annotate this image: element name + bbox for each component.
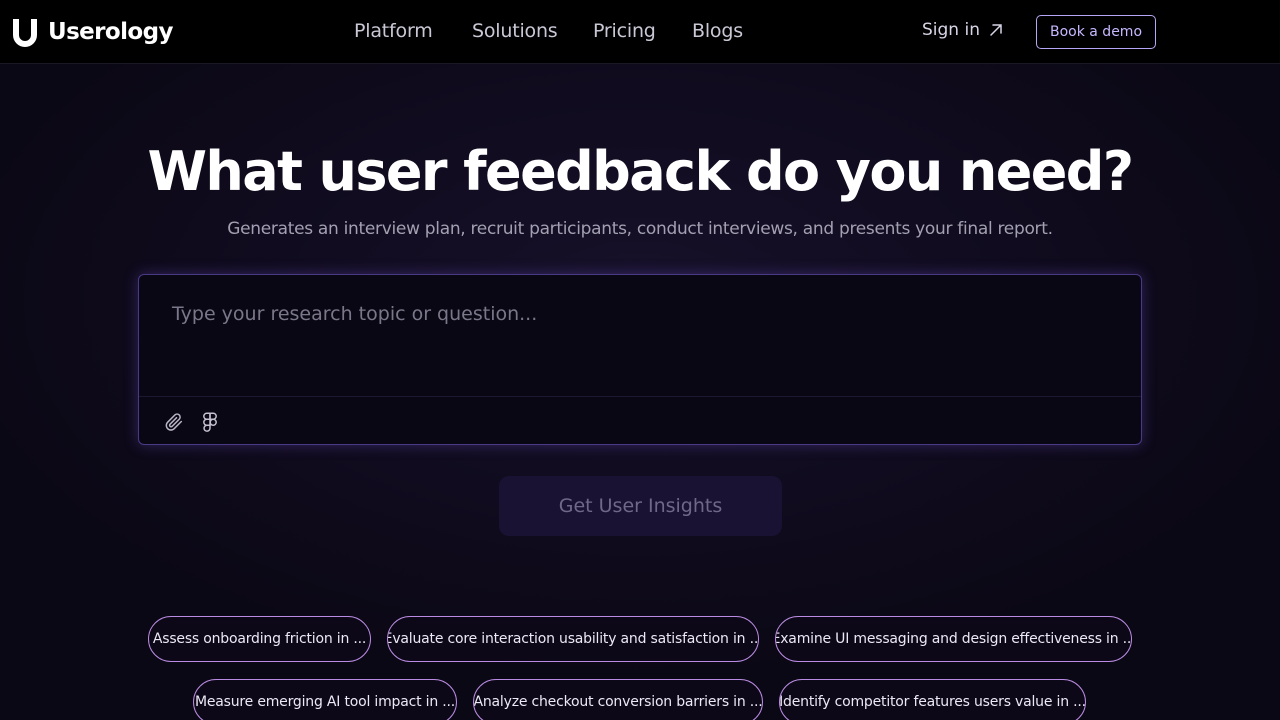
page-subtitle: Generates an interview plan, recruit par…: [227, 219, 1053, 239]
page-title: What user feedback do you need?: [147, 140, 1134, 203]
arrow-up-right-icon: [990, 24, 1002, 36]
research-input-area: [139, 275, 1141, 397]
suggestion-chip[interactable]: Examine UI messaging and design effectiv…: [775, 616, 1132, 662]
top-nav: Userology Platform Solutions Pricing Blo…: [0, 0, 1280, 64]
suggestion-chip[interactable]: Evaluate core interaction usability and …: [387, 616, 759, 662]
suggestion-chip[interactable]: Assess onboarding friction in ...: [148, 616, 371, 662]
suggestion-chip[interactable]: Analyze checkout conversion barriers in …: [473, 679, 763, 720]
suggestion-chip[interactable]: Identify competitor features users value…: [779, 679, 1086, 720]
brand-logo[interactable]: Userology: [10, 16, 173, 48]
book-demo-button[interactable]: Book a demo: [1036, 15, 1156, 49]
research-input-box: [138, 274, 1142, 445]
attach-file-button[interactable]: [163, 411, 185, 433]
nav-link-pricing[interactable]: Pricing: [593, 20, 656, 42]
figma-import-button[interactable]: [199, 411, 221, 433]
nav-link-blogs[interactable]: Blogs: [692, 20, 743, 42]
nav-link-solutions[interactable]: Solutions: [472, 20, 558, 42]
userology-logo-icon: [13, 19, 37, 47]
suggestion-chip[interactable]: Measure emerging AI tool impact in ...: [193, 679, 457, 720]
figma-icon: [203, 412, 217, 432]
sign-in-link[interactable]: Sign in: [922, 20, 1004, 40]
get-user-insights-button[interactable]: Get User Insights: [499, 476, 782, 536]
nav-link-platform[interactable]: Platform: [354, 20, 433, 42]
research-topic-input[interactable]: [139, 275, 1141, 396]
brand-name: Userology: [48, 19, 173, 45]
sign-in-label: Sign in: [922, 20, 980, 40]
paperclip-icon: [165, 413, 183, 431]
